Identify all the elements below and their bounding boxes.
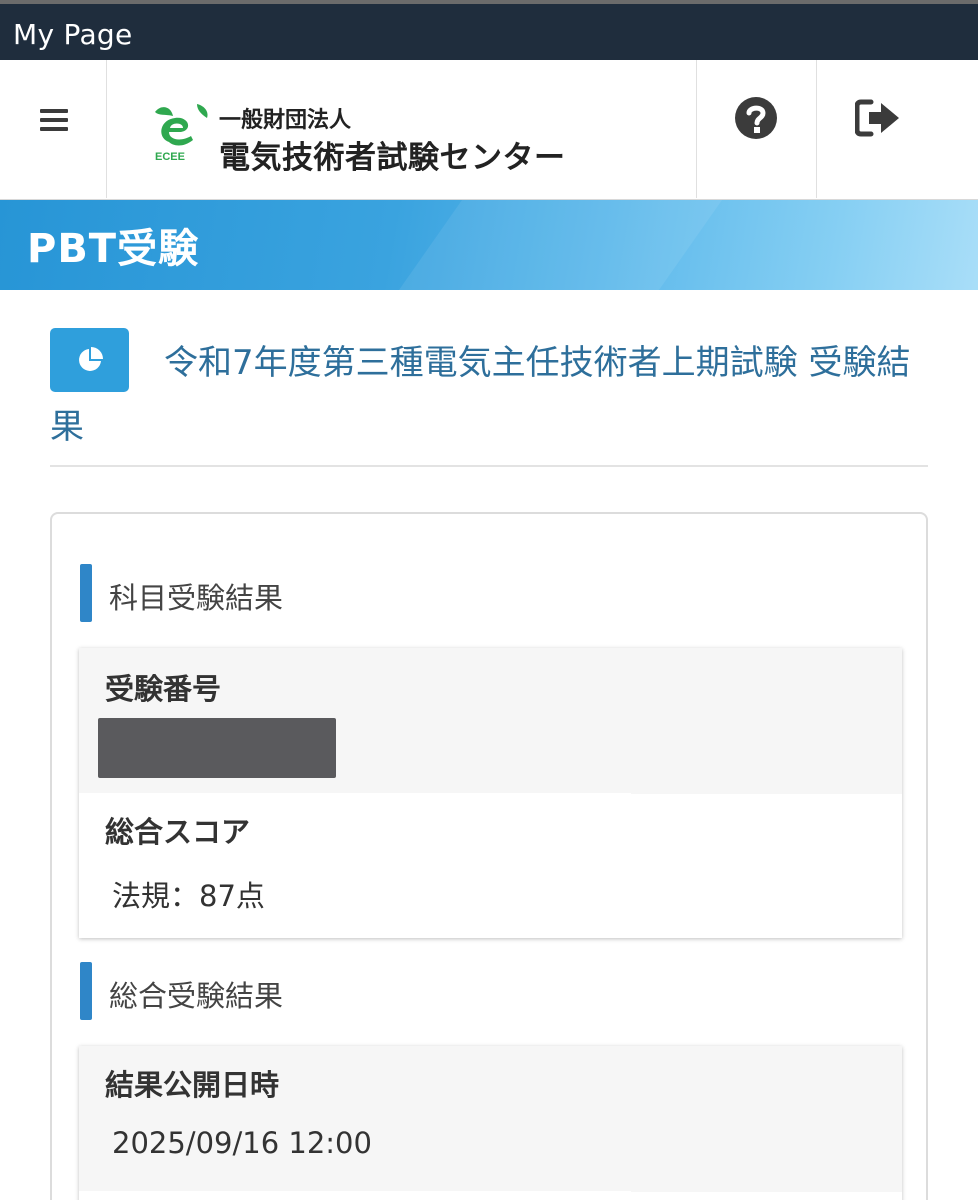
window-title: My Page xyxy=(13,18,133,51)
exam-number-label: 受験番号 xyxy=(105,672,222,706)
total-score-value: 法規：87点 xyxy=(112,879,265,913)
question-circle-icon xyxy=(735,97,777,139)
exam-number-row: 受験番号 xyxy=(79,648,902,794)
title-divider xyxy=(50,465,928,467)
ecee-logo-icon: ECEE xyxy=(155,104,208,163)
overall-results-box: 結果公開日時 2025/09/16 12:00 xyxy=(79,1046,902,1200)
menu-button[interactable] xyxy=(0,60,107,198)
total-score-row: 総合スコア 法規：87点 xyxy=(79,795,902,938)
org-name: 電気技術者試験センター xyxy=(219,140,566,176)
logout-icon xyxy=(855,99,899,137)
release-date-label: 結果公開日時 xyxy=(105,1068,280,1102)
redacted-exam-number xyxy=(98,718,336,778)
section-accent-bar xyxy=(80,564,92,622)
logout-button[interactable] xyxy=(817,60,978,198)
help-button[interactable] xyxy=(697,60,817,198)
site-header: ECEE 一般財団法人 電気技術者試験センター xyxy=(0,60,978,200)
site-logo[interactable]: ECEE 一般財団法人 電気技術者試験センター xyxy=(107,60,697,198)
window-title-bar: My Page xyxy=(0,0,978,60)
exam-title: 令和7年度第三種電気主任技術者上期試験 受験結果 xyxy=(50,343,911,447)
section-accent-bar xyxy=(80,962,92,1020)
release-date-value: 2025/09/16 12:00 xyxy=(112,1126,372,1160)
results-card: 科目受験結果 受験番号 総合スコア 法規：87点 総合受験結果 結果公開日時 2… xyxy=(50,512,928,1200)
logo-abbrev: ECEE xyxy=(155,151,185,163)
subject-results-box: 受験番号 総合スコア 法規：87点 xyxy=(79,648,902,938)
section-heading: 総合受験結果 xyxy=(109,979,284,1013)
banner-title: PBT受験 xyxy=(27,226,200,272)
hamburger-icon xyxy=(40,109,68,133)
row-divider xyxy=(79,1191,631,1193)
section-heading: 科目受験結果 xyxy=(109,581,284,615)
page-banner: PBT受験 xyxy=(0,200,978,290)
org-prefix: 一般財団法人 xyxy=(219,108,352,133)
total-score-label: 総合スコア xyxy=(105,815,251,849)
release-date-row: 結果公開日時 2025/09/16 12:00 xyxy=(79,1046,902,1192)
